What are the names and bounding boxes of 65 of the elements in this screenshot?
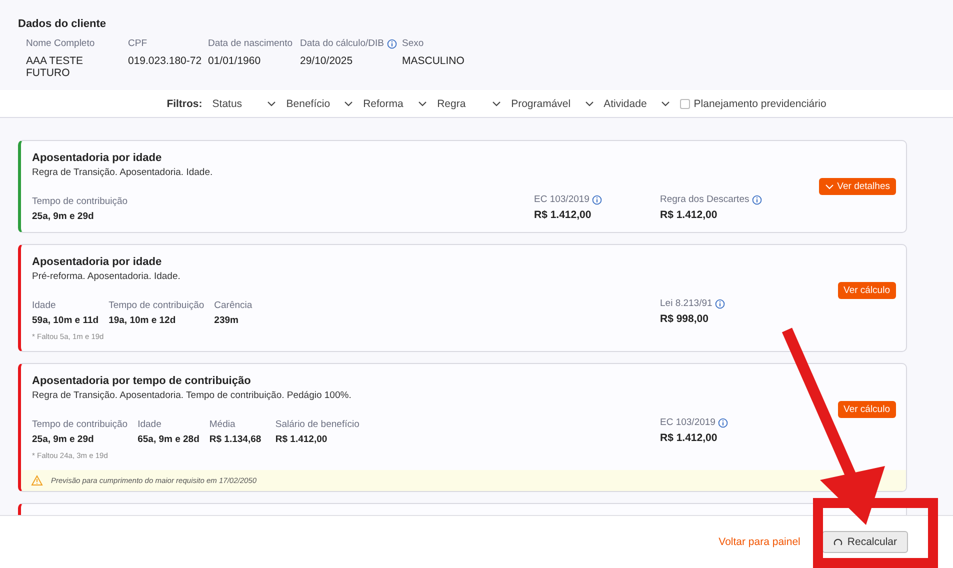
checkbox[interactable] xyxy=(680,98,690,108)
info-icon xyxy=(715,298,726,308)
field-label: Sexo xyxy=(402,38,425,49)
card-subtitle: Regra de Transição. Aposentadoria. Tempo de contribuição. Pedágio 100%. xyxy=(32,390,352,401)
result-value: R$ 1.412,00 xyxy=(534,209,592,221)
info-icon xyxy=(752,194,762,204)
card-title: Aposentadoria por idade xyxy=(32,152,163,164)
filter-label: Filtros: xyxy=(166,98,202,110)
info-icon xyxy=(386,38,397,48)
field-value: AAA TESTE FUTURO xyxy=(26,55,84,79)
recalculate-button[interactable]: Recalcular xyxy=(822,531,908,553)
field-value: 01/01/1960 xyxy=(208,55,262,67)
filter-dropdown[interactable]: Atividade xyxy=(604,98,670,110)
filter-dropdown[interactable]: Status xyxy=(212,98,276,110)
chevron-down-icon xyxy=(492,100,502,106)
field-label: Data do cálculo/DIB xyxy=(300,38,402,49)
info-icon xyxy=(718,418,728,428)
result-value: R$ 998,00 xyxy=(660,313,710,325)
metric-label: Tempo de contribuição xyxy=(32,196,128,207)
result-label: EC 103/2019 xyxy=(534,194,660,205)
metric-value: 239m xyxy=(214,315,240,326)
section-title: Dados do cliente xyxy=(18,18,108,30)
field-value: 29/10/2025 xyxy=(300,55,354,67)
field-label: Data de nascimento xyxy=(208,38,294,49)
metric-value: 19a, 10m e 12d xyxy=(108,315,177,326)
result-label: EC 103/2019 xyxy=(660,417,786,428)
chevron-down-icon xyxy=(344,100,354,106)
filter-dropdown[interactable]: Benefício xyxy=(286,98,354,110)
metric-value: R$ 1.134,68 xyxy=(209,434,262,445)
metric-value: 25a, 9m e 29d xyxy=(32,434,95,445)
filter-dropdown[interactable]: Programável xyxy=(511,98,594,110)
field-label: CPF xyxy=(128,38,148,49)
result-label: Lei 8.213/91 xyxy=(660,298,786,309)
refresh-icon xyxy=(833,537,844,547)
card-title: Aposentadoria por idade xyxy=(32,256,163,268)
metric-value: 65a, 9m e 28d xyxy=(138,434,200,445)
metric-value: 59a, 10m e 11d xyxy=(32,315,99,326)
metric-label: Carência xyxy=(214,300,254,311)
metric-value: 25a, 9m e 29d xyxy=(32,211,95,222)
filter-dropdown[interactable]: Regra xyxy=(437,98,502,110)
metric-label: Tempo de contribuição xyxy=(32,419,128,430)
card-subtitle: Regra de Transição. Aposentadoria. Idade. xyxy=(32,167,214,178)
field-value: MASCULINO xyxy=(402,55,466,67)
card-subtitle: Pré-reforma. Aposentadoria. Idade. xyxy=(32,271,182,282)
field-value: 019.023.180-72 xyxy=(128,55,203,67)
metric-value: R$ 1.412,00 xyxy=(275,434,328,445)
result-label: Regra dos Descartes xyxy=(660,194,786,205)
field-label: Nome Completo xyxy=(26,38,96,49)
chevron-down-icon xyxy=(660,100,670,106)
warning-icon xyxy=(31,475,43,486)
metric-label: Média xyxy=(209,419,236,430)
metric-label: Salário de benefício xyxy=(275,419,360,430)
chevron-down-icon xyxy=(418,100,428,106)
info-icon xyxy=(592,194,602,204)
checkbox-label: Planejamento previdenciário xyxy=(694,98,826,110)
metric-label: Idade xyxy=(138,419,162,430)
card-title: Aposentadoria por tempo de contribuição xyxy=(32,375,252,387)
chevron-down-icon xyxy=(584,100,594,106)
result-value: R$ 1.412,00 xyxy=(660,209,718,221)
chevron-down-icon xyxy=(267,100,276,106)
filter-dropdown[interactable]: Reforma xyxy=(363,98,428,110)
metric-label: Idade xyxy=(32,300,57,311)
chevron-down-icon xyxy=(825,184,834,190)
result-value: R$ 1.412,00 xyxy=(660,432,718,444)
metric-label: Tempo de contribuição xyxy=(108,300,204,311)
